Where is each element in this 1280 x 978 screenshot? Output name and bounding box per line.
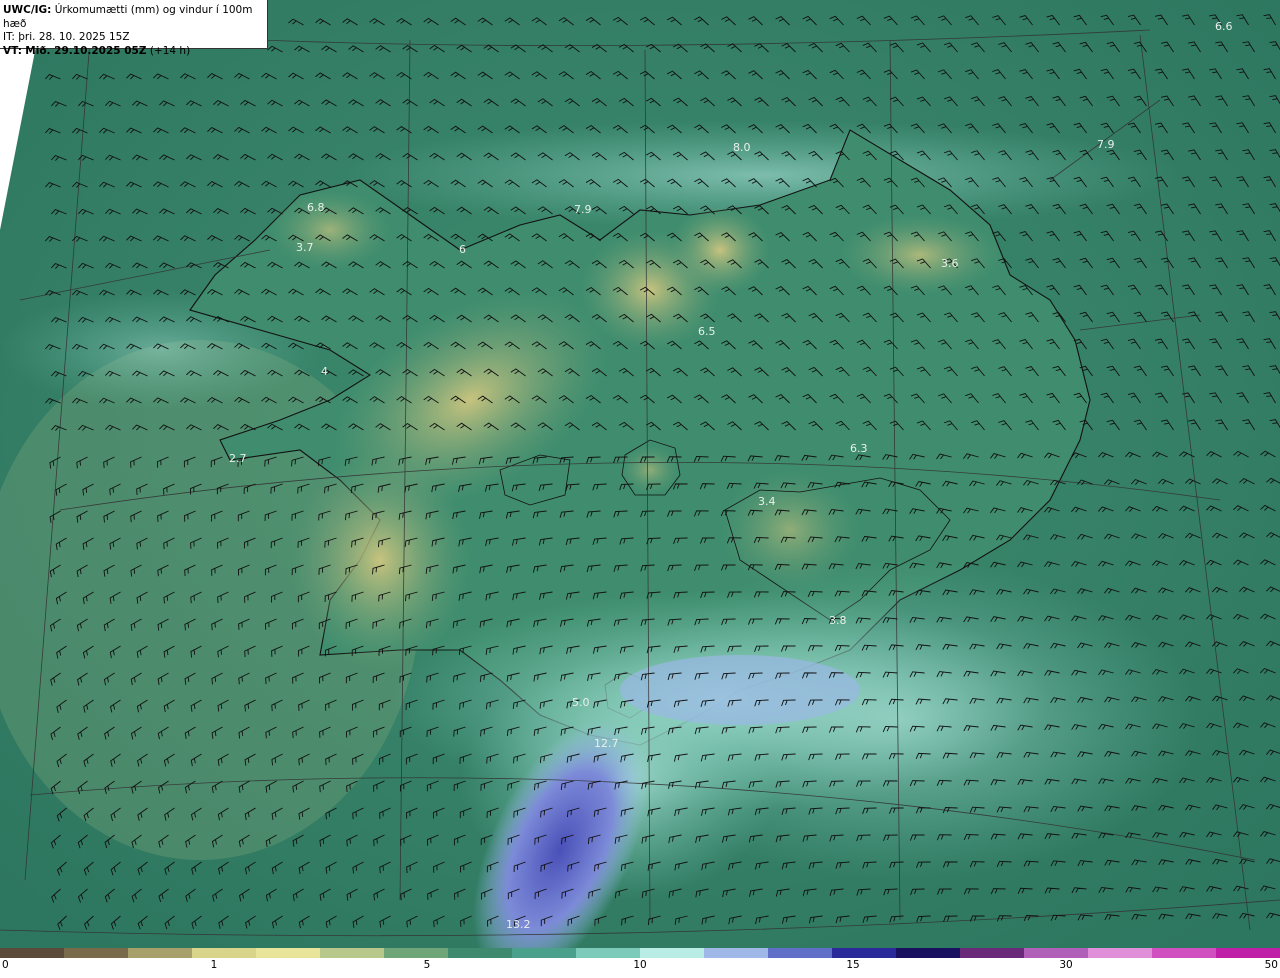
colorbar-tick: 30: [1059, 959, 1073, 971]
colorbar-segment: [1024, 948, 1088, 958]
colorbar-tick: 10: [633, 959, 647, 971]
value-label: 13.2: [506, 918, 531, 931]
value-label: 6.3: [850, 442, 868, 455]
value-label: 6.8: [307, 201, 325, 214]
colorbar-segment: [832, 948, 896, 958]
colorbar-segment: [192, 948, 256, 958]
issue-time-line: IT: þri. 28. 10. 2025 15Z: [3, 31, 264, 45]
issue-time: þri. 28. 10. 2025 15Z: [18, 31, 130, 43]
colorbar-tick: 0: [2, 959, 9, 971]
valid-time-line: VT: Mið. 29.10.2025 05Z (+14 h): [3, 45, 264, 59]
colorbar-segment: [896, 948, 960, 958]
colorbar-segment: [704, 948, 768, 958]
value-label: 12.7: [594, 737, 619, 750]
colorbar-tick: 1: [210, 959, 218, 971]
colorbar-segment: [128, 948, 192, 958]
colorbar-segment: [1088, 948, 1152, 958]
value-label: 6.5: [698, 325, 716, 338]
it-label: IT:: [3, 31, 15, 43]
value-label: 3.7: [296, 241, 314, 254]
map-title-box: UWC/IG: Úrkomumætti (mm) og vindur í 100…: [0, 0, 268, 57]
precipitation-wind-map: 6.6 8.0 7.9 6.8 7.9 3.7 6 3.6 6.5 4 2.7 …: [0, 0, 1280, 948]
colorbar-tick: 15: [846, 959, 860, 971]
colorbar-segment: [64, 948, 128, 958]
value-label: 3.6: [941, 257, 959, 270]
product-code: UWC/IG:: [3, 4, 52, 16]
colorbar: 0 1 5 10 15 30 50: [0, 948, 1280, 978]
value-label: 7.9: [1097, 138, 1115, 151]
colorbar-segment: [768, 948, 832, 958]
colorbar-segment: [320, 948, 384, 958]
colorbar-segment: [1152, 948, 1216, 958]
value-label: 2.7: [229, 452, 247, 465]
value-label: 8.0: [733, 141, 751, 154]
colorbar-tick: 50: [1264, 959, 1278, 971]
value-label: 5.0: [572, 696, 590, 709]
colorbar-strip: [0, 948, 1280, 958]
valid-time: Mið. 29.10.2025 05Z: [25, 44, 147, 57]
value-label: 6: [459, 243, 466, 256]
colorbar-tick: 5: [423, 959, 431, 971]
colorbar-segment: [256, 948, 320, 958]
title-line: UWC/IG: Úrkomumætti (mm) og vindur í 100…: [3, 4, 264, 31]
value-label: 7.9: [574, 203, 592, 216]
value-label: 3.4: [758, 495, 776, 508]
colorbar-segment: [960, 948, 1024, 958]
colorbar-segment: [384, 948, 448, 958]
colorbar-segment: [576, 948, 640, 958]
colorbar-segment: [512, 948, 576, 958]
colorbar-segment: [448, 948, 512, 958]
colorbar-segment: [640, 948, 704, 958]
valid-offset: (+14 h): [149, 44, 191, 57]
value-label: 3.8: [829, 614, 847, 627]
colorbar-segment: [0, 948, 64, 958]
value-label: 4: [321, 365, 328, 378]
colorbar-segment: [1216, 948, 1280, 958]
value-label: 6.6: [1215, 20, 1233, 33]
vt-label: VT:: [3, 44, 22, 57]
